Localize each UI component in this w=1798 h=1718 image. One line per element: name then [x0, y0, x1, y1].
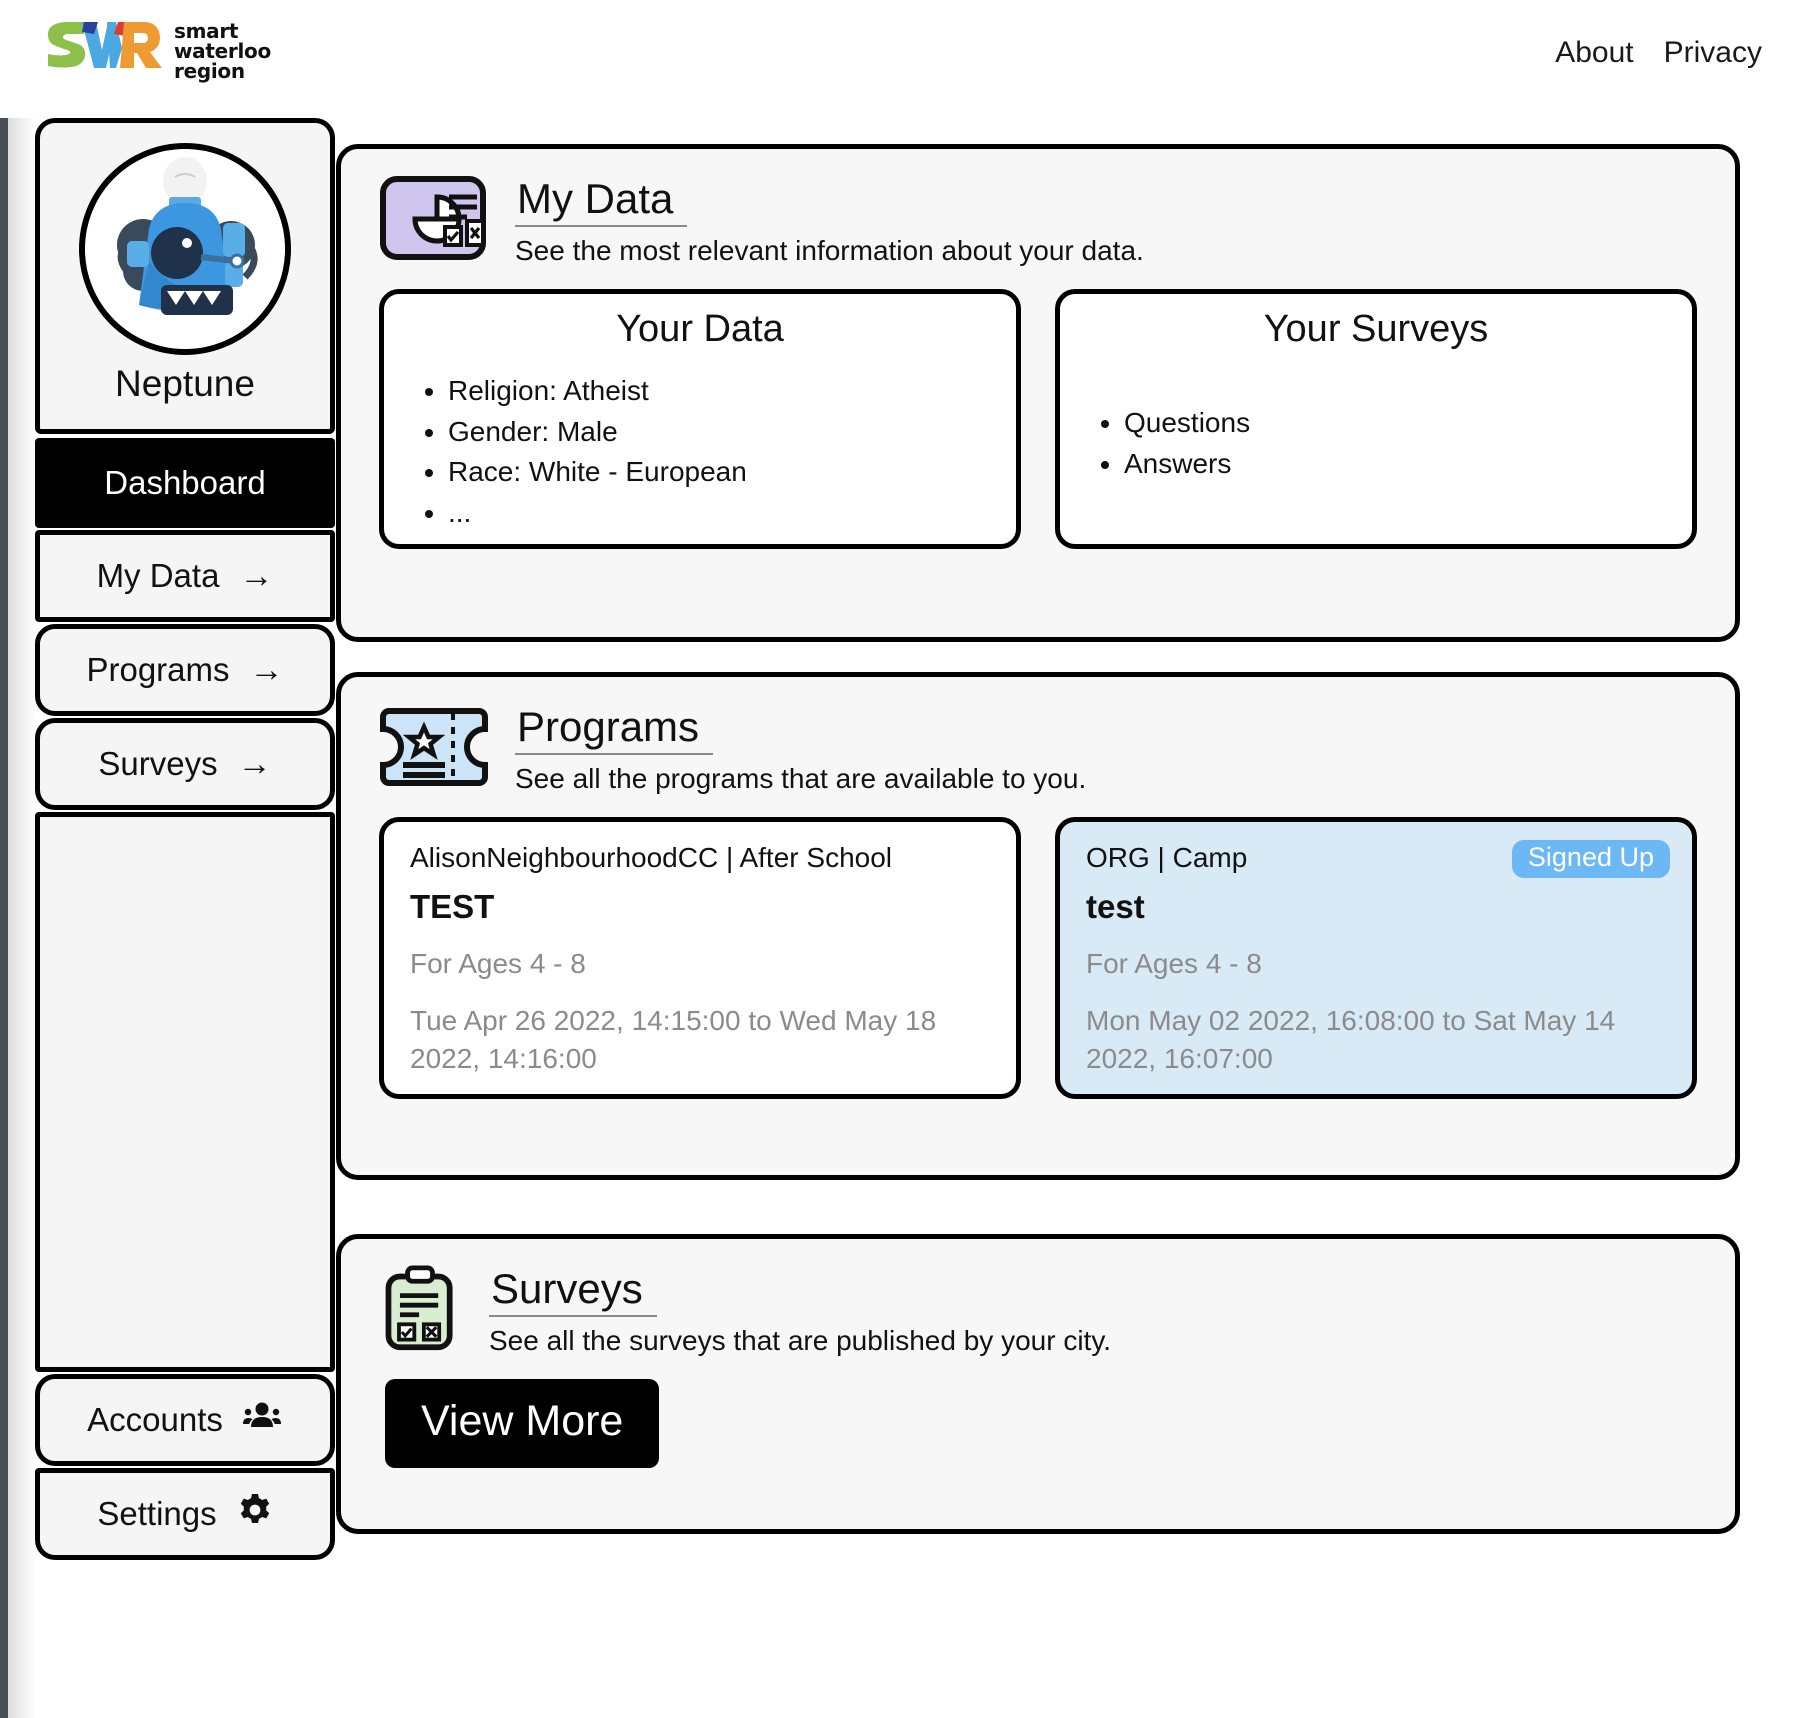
- program-card[interactable]: AlisonNeighbourhoodCC | After School TES…: [379, 817, 1021, 1100]
- sidebar-item-label: Accounts: [87, 1401, 223, 1438]
- section-title: Surveys: [489, 1266, 657, 1318]
- section-title: My Data: [515, 176, 688, 228]
- program-dates: Mon May 02 2022, 16:08:00 to Sat May 14 …: [1086, 1005, 1616, 1074]
- program-ages: For Ages 4 - 8: [410, 948, 586, 980]
- sidebar-item-dashboard[interactable]: Dashboard: [35, 438, 335, 528]
- sidebar-spacer: [35, 812, 335, 1372]
- ticket-star-icon: [379, 703, 489, 791]
- robot-avatar-icon: [85, 149, 285, 349]
- program-dates: Tue Apr 26 2022, 14:15:00 to Wed May 18 …: [410, 1005, 937, 1074]
- gear-icon: [237, 1492, 273, 1536]
- top-header: smart waterloo region About Privacy: [0, 0, 1798, 118]
- program-ages: For Ages 4 - 8: [1086, 948, 1262, 980]
- sidebar-profile: Neptune: [35, 118, 335, 434]
- arrow-right-icon: →: [239, 557, 274, 595]
- swr-logo[interactable]: smart waterloo region: [44, 20, 271, 82]
- view-more-button[interactable]: View More: [385, 1379, 660, 1469]
- sidebar-item-accounts[interactable]: Accounts: [35, 1374, 335, 1466]
- sidebar-item-my-data[interactable]: My Data →: [35, 530, 335, 622]
- sidebar: Neptune Dashboard My Data → Programs → S…: [35, 118, 335, 1560]
- nav-link-about[interactable]: About: [1555, 36, 1633, 70]
- card-title: Your Data: [616, 308, 784, 351]
- section-my-data: My Data See the most relevant informatio…: [336, 144, 1740, 642]
- arrow-right-icon: →: [237, 745, 272, 783]
- list-item: ...: [448, 493, 1016, 534]
- data-report-icon: [379, 175, 489, 263]
- people-icon: [242, 1400, 283, 1440]
- swr-logo-mark: [48, 22, 162, 68]
- logo-word-2: waterloo: [174, 39, 271, 63]
- list-item: Race: White - European: [448, 452, 1016, 493]
- section-header: My Data See the most relevant informatio…: [341, 149, 1735, 267]
- sidebar-item-label: Programs: [86, 651, 230, 688]
- programs-card-row: AlisonNeighbourhoodCC | After School TES…: [341, 795, 1735, 1100]
- program-name: TEST: [410, 888, 495, 926]
- program-card[interactable]: ORG | Camp Signed Up test For Ages 4 - 8…: [1055, 817, 1697, 1100]
- logo-word-3: region: [174, 59, 245, 83]
- page-left-gutter: [8, 0, 36, 1718]
- section-subtitle: See all the surveys that are published b…: [489, 1325, 1112, 1357]
- list-item: Answers: [1124, 444, 1692, 485]
- section-title: Programs: [515, 704, 714, 756]
- logo-word-1: smart: [174, 19, 239, 43]
- my-data-card-row: Your Data Religion: Atheist Gender: Male…: [341, 267, 1735, 550]
- program-name: test: [1086, 888, 1145, 926]
- sidebar-item-settings[interactable]: Settings: [35, 1468, 335, 1560]
- app-root: smart waterloo region About Privacy Nept…: [0, 0, 1798, 1718]
- section-titles: My Data See the most relevant informatio…: [515, 175, 1144, 267]
- section-subtitle: See the most relevant information about …: [515, 235, 1144, 267]
- section-titles: Programs See all the programs that are a…: [515, 703, 1086, 795]
- arrow-right-icon: →: [249, 651, 284, 689]
- header-nav: About Privacy: [1555, 36, 1762, 70]
- section-surveys: Surveys See all the surveys that are pub…: [336, 1234, 1740, 1534]
- clipboard-check-icon: [379, 1265, 463, 1353]
- card-your-data[interactable]: Your Data Religion: Atheist Gender: Male…: [379, 289, 1021, 550]
- your-surveys-list: Questions Answers: [1060, 403, 1692, 484]
- your-data-list: Religion: Atheist Gender: Male Race: Whi…: [384, 371, 1016, 533]
- section-header: Programs See all the programs that are a…: [341, 677, 1735, 795]
- list-item: Religion: Atheist: [448, 371, 1016, 412]
- sidebar-item-surveys[interactable]: Surveys →: [35, 718, 335, 810]
- section-titles: Surveys See all the surveys that are pub…: [489, 1265, 1111, 1357]
- status-badge: Signed Up: [1511, 840, 1670, 879]
- sidebar-item-label: Dashboard: [104, 464, 266, 501]
- section-header: Surveys See all the surveys that are pub…: [341, 1239, 1735, 1357]
- profile-username: Neptune: [115, 363, 255, 404]
- sidebar-item-label: Settings: [97, 1495, 217, 1532]
- list-item: Questions: [1124, 403, 1692, 444]
- logo-wordmark: smart waterloo region: [174, 21, 271, 81]
- section-programs: Programs See all the programs that are a…: [336, 672, 1740, 1180]
- sidebar-item-label: My Data: [96, 557, 220, 594]
- list-item: Gender: Male: [448, 412, 1016, 453]
- card-your-surveys[interactable]: Your Surveys Questions Answers: [1055, 289, 1697, 550]
- program-org: AlisonNeighbourhoodCC | After School: [410, 842, 893, 874]
- nav-link-privacy[interactable]: Privacy: [1664, 36, 1762, 70]
- page-left-edge: [0, 0, 8, 1718]
- section-subtitle: See all the programs that are available …: [515, 763, 1087, 795]
- avatar: [79, 143, 291, 355]
- card-title: Your Surveys: [1263, 308, 1489, 351]
- sidebar-item-programs[interactable]: Programs →: [35, 624, 335, 716]
- sidebar-item-label: Surveys: [98, 745, 218, 782]
